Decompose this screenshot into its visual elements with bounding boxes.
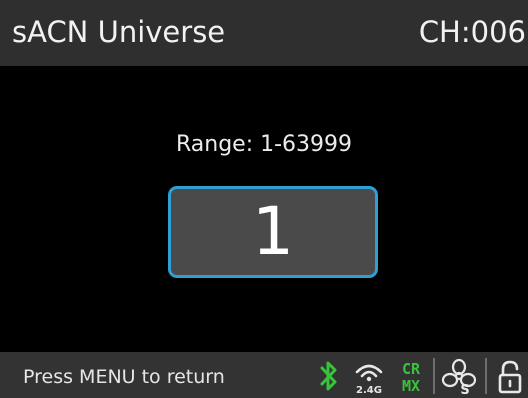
universe-value-field[interactable]: 1 xyxy=(168,186,378,278)
wireless-band-label: 2.4G xyxy=(356,385,382,395)
universe-value: 1 xyxy=(252,193,294,270)
title-bar: sACN Universe CH:006 xyxy=(0,0,528,66)
fan-mode-label: S xyxy=(460,383,469,395)
crmx-label-top: CR xyxy=(402,360,421,378)
status-divider xyxy=(433,358,435,394)
wireless-2-4g-icon: 2.4G xyxy=(355,364,383,395)
page-title: sACN Universe xyxy=(12,15,226,49)
bluetooth-icon xyxy=(320,361,337,391)
unlock-icon xyxy=(498,360,522,394)
device-screen: sACN Universe CH:006 Range: 1-63999 1 Pr… xyxy=(0,0,528,398)
crmx-label-bottom: MX xyxy=(402,377,420,395)
return-hint: Press MENU to return xyxy=(23,366,225,388)
range-label: Range: 1-63999 xyxy=(175,132,353,157)
fan-icon: S xyxy=(441,359,477,395)
channel-indicator: CH:006 xyxy=(418,15,526,49)
status-divider xyxy=(485,358,487,394)
crmx-icon: CR MX xyxy=(402,360,421,395)
